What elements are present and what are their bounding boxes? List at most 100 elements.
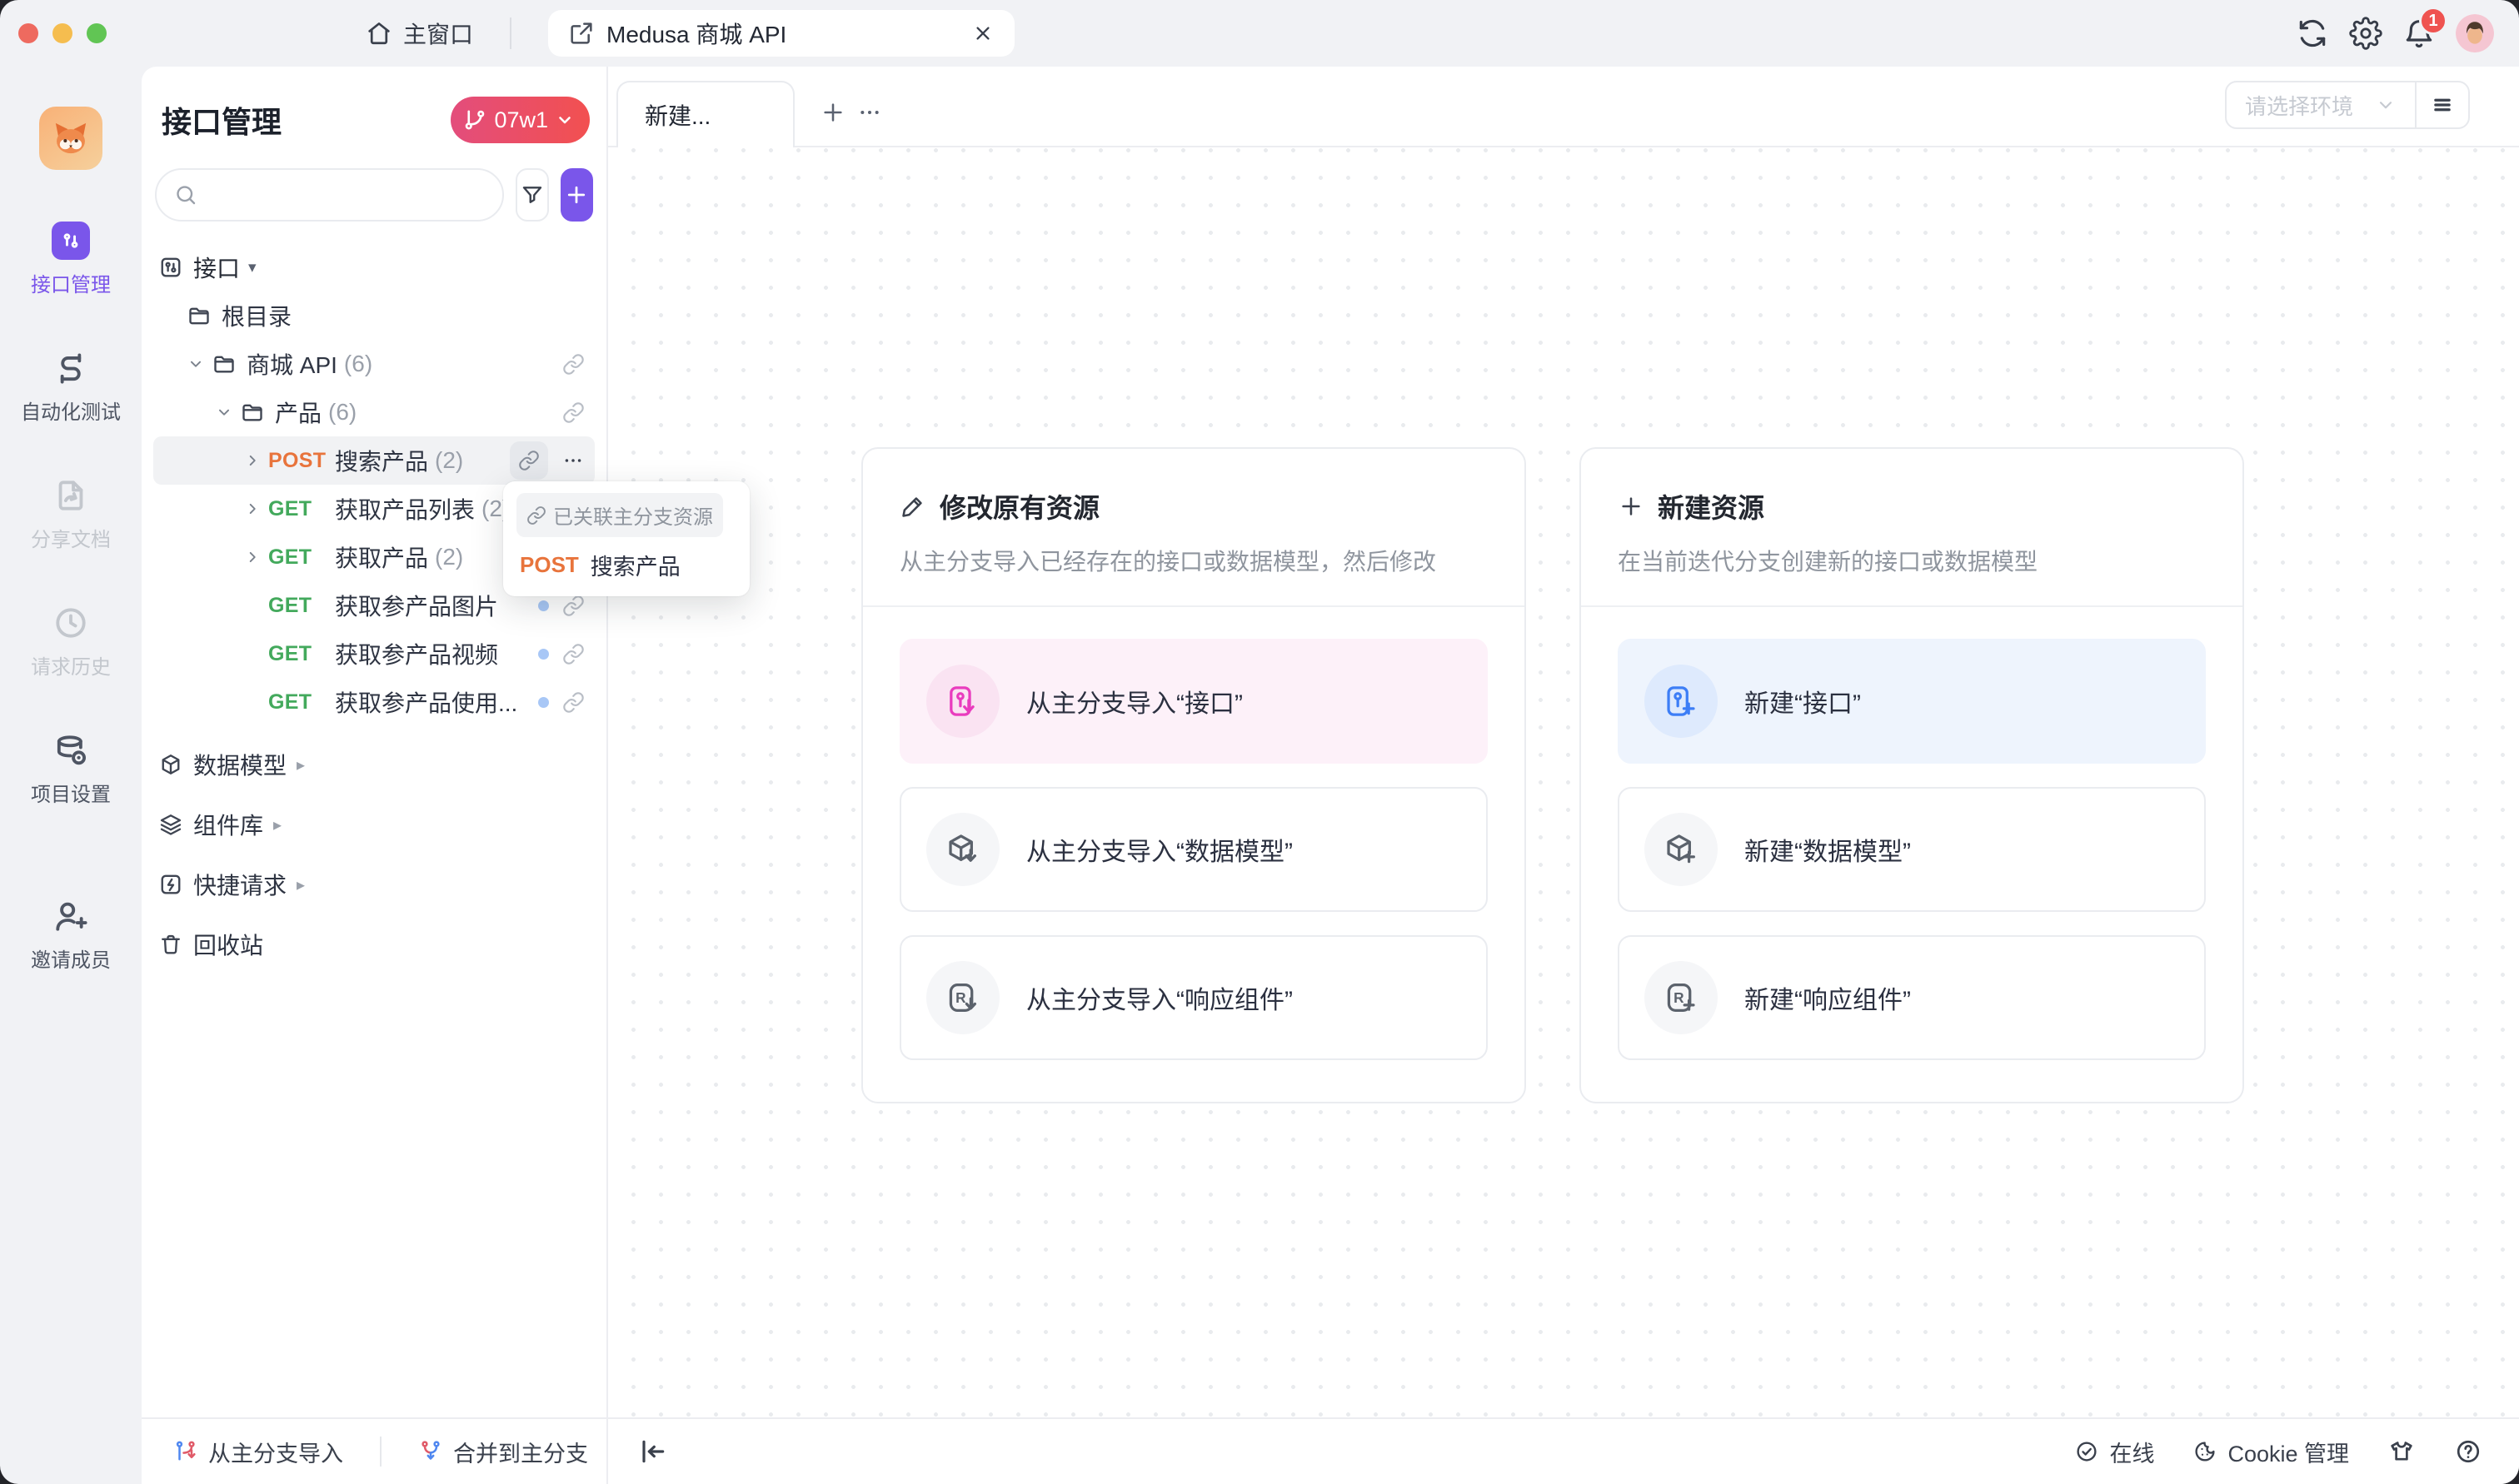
bell-icon[interactable]: 1 [2402,17,2436,50]
linked-branch-chip[interactable] [510,441,548,480]
api-name: 搜索产品 [591,549,681,581]
rail-item-api-manage[interactable]: 接口管理 [21,222,121,297]
minimize-window-button[interactable] [52,23,72,43]
chevron-right-icon[interactable] [243,547,268,567]
card-action-model-new[interactable]: 新建“数据模型” [1618,787,2206,912]
tree-section-api[interactable]: 接口▾ [153,243,595,291]
branch-selector[interactable]: 07w1 [451,97,590,143]
tree-row-api[interactable]: GET获取参产品使用... [153,678,595,726]
search-icon [173,182,198,207]
linked-resource-item[interactable]: POST 搜索产品 [520,549,733,581]
link-icon [562,401,585,424]
link-icon [518,450,540,471]
rail-item-share-doc[interactable]: 分享文档 [21,476,121,552]
tab-new-label: 新建... [645,98,711,132]
environment-menu-button[interactable] [2417,82,2468,127]
help-icon[interactable] [2454,1437,2482,1466]
tree-row-folder[interactable]: 产品(6) [153,388,595,436]
close-icon[interactable] [971,22,995,45]
home-icon [365,19,393,47]
svg-text:R: R [1674,989,1684,1006]
tree-section[interactable]: 回收站 [153,914,595,974]
ellipsis-icon [856,99,883,126]
rail-item-project-settings[interactable]: 项目设置 [21,731,121,807]
more-icon[interactable] [561,449,585,472]
search-input[interactable] [207,182,486,208]
tree-section[interactable]: 快捷请求▸ [153,854,595,914]
status-dot [538,649,549,660]
new-tab-button[interactable] [815,94,851,131]
db-gear-icon [52,731,90,769]
git-branch-icon [462,107,487,132]
chevron-down-icon [2375,94,2397,116]
layers-icon [158,812,183,837]
add-button[interactable] [561,168,594,222]
tab-strip: 新建... 请选择环境 [608,67,2519,147]
tree-row-api[interactable]: GET获取参产品视频 [153,630,595,678]
model-new-icon [1662,830,1700,869]
main-window-tab[interactable]: 主窗口 [365,17,473,50]
method-badge: GET [268,690,335,715]
cookie-manage-label: Cookie 管理 [2227,1436,2349,1468]
merge-to-main-button[interactable]: 合并到主分支 [418,1436,588,1468]
tab-content: 修改原有资源从主分支导入已经存在的接口或数据模型，然后修改从主分支导入“接口”从… [608,147,2519,1417]
caret-right-icon: ▸ [273,814,282,835]
environment-placeholder: 请选择环境 [2245,90,2353,121]
linked-resource-popover: 已关联主分支资源 POST 搜索产品 [503,481,750,596]
card-action-api-new[interactable]: 新建“接口” [1618,639,2206,764]
gear-icon[interactable] [2349,17,2382,50]
chevron-right-icon[interactable] [243,451,268,471]
tree-row-api[interactable]: POST搜索产品(2) [153,436,595,485]
tree-row-folder[interactable]: 根目录 [153,291,595,340]
link-icon [526,505,546,525]
maximize-window-button[interactable] [87,23,107,43]
tree-row-folder[interactable]: 商城 API(6) [153,340,595,388]
chevron-down-icon [555,110,575,130]
close-window-button[interactable] [18,23,38,43]
rail-item-auto-test[interactable]: 自动化测试 [21,349,121,425]
branch-import-icon [173,1439,198,1464]
card-action-response-new[interactable]: R新建“响应组件” [1618,935,2206,1060]
pencil-icon [900,493,926,520]
refresh-icon[interactable] [2296,17,2329,50]
card-action-model-import[interactable]: 从主分支导入“数据模型” [900,787,1488,912]
child-count: (6) [344,351,372,377]
child-count: (2) [435,544,463,570]
folder-icon [212,351,237,376]
plus-icon [820,99,846,126]
response-new-icon: R [1662,979,1700,1017]
import-from-main-button[interactable]: 从主分支导入 [173,1436,343,1468]
pins-icon [52,222,90,260]
tree-section[interactable]: 组件库▸ [153,794,595,854]
tab-more-button[interactable] [851,94,888,131]
method-badge: POST [268,449,335,473]
rail-item-request-history[interactable]: 请求历史 [21,604,121,680]
project-logo[interactable] [39,107,102,170]
cookie-manage-button[interactable]: Cookie 管理 [2192,1436,2349,1468]
share-doc-icon [52,476,90,515]
tab-new[interactable]: 新建... [616,81,795,147]
window-controls [18,23,107,43]
card-action-api-import[interactable]: 从主分支导入“接口” [900,639,1488,764]
tree-section[interactable]: 数据模型▸ [153,735,595,794]
online-status[interactable]: 在线 [2074,1436,2154,1468]
rail-item-invite-member[interactable]: 邀请成员 [21,897,121,973]
method-badge: GET [268,497,335,521]
avatar[interactable] [2456,14,2494,52]
trash-icon [158,932,183,957]
notification-badge: 1 [2419,7,2447,35]
project-tab[interactable]: Medusa 商城 API [548,10,1015,57]
card-action-response-import[interactable]: R从主分支导入“响应组件” [900,935,1488,1060]
status-bar-right: 在线 Cookie 管理 [2074,1436,2519,1468]
caret-right-icon: ▸ [297,874,305,895]
collapse-sidebar-icon[interactable] [636,1435,670,1468]
environment-select[interactable]: 请选择环境 [2227,90,2415,121]
chevron-down-icon[interactable] [215,402,240,422]
chevron-down-icon[interactable] [187,354,212,374]
tshirt-theme-icon[interactable] [2387,1437,2416,1466]
card-subtitle: 从主分支导入已经存在的接口或数据模型，然后修改 [900,544,1488,577]
chevron-right-icon[interactable] [243,499,268,519]
app-window: 主窗口 Medusa 商城 API 1 [0,0,2519,1484]
status-dot [538,600,549,611]
filter-button[interactable] [516,168,549,222]
